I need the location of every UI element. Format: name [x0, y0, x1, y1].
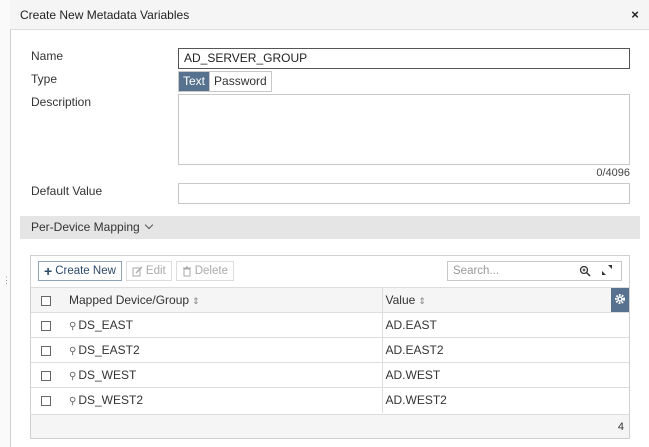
sort-icon[interactable]: ⇕ [418, 296, 426, 306]
edit-icon [132, 266, 143, 276]
default-value-input[interactable] [178, 183, 630, 204]
dialog-title: Create New Metadata Variables [20, 8, 190, 22]
left-edge: ⋮ [0, 0, 11, 447]
table-footer: 4 [31, 414, 629, 438]
table-row[interactable]: ⚲ DS_WEST2 AD.WEST2 [31, 387, 629, 413]
row-checkbox[interactable] [31, 312, 61, 338]
default-value-label: Default Value [31, 184, 103, 198]
section-label: Per-Device Mapping [31, 220, 140, 234]
select-all-checkbox[interactable] [31, 287, 61, 313]
row-checkbox[interactable] [31, 337, 61, 363]
device-group-icon: ⚲ [69, 321, 77, 332]
create-new-button[interactable]: + Create New [38, 261, 122, 281]
chevron-down-icon [144, 220, 153, 230]
mapping-panel: + Create New Edit Delete Search... Mappe… [30, 255, 630, 439]
type-toggle: Text Password [178, 71, 272, 92]
gear-icon[interactable] [611, 287, 629, 313]
table-header-row: Mapped Device/Group ⇕ Value ⇕ [31, 287, 629, 313]
device-name: DS_EAST [78, 318, 134, 332]
sort-icon[interactable]: ⇕ [192, 296, 200, 306]
description-textarea[interactable] [178, 94, 630, 165]
type-option-text[interactable]: Text [179, 72, 210, 91]
plus-icon: + [44, 263, 53, 279]
device-value: AD.EAST2 [382, 337, 629, 363]
device-group-icon: ⚲ [69, 371, 77, 382]
close-icon[interactable]: × [629, 8, 641, 22]
search-input[interactable]: Search... [447, 261, 622, 281]
table-row[interactable]: ⚲ DS_EAST2 AD.EAST2 [31, 337, 629, 363]
device-group-icon: ⚲ [69, 396, 77, 408]
trash-icon [182, 266, 191, 276]
device-value: AD.WEST [382, 362, 629, 388]
column-mapped-device[interactable]: Mapped Device/Group ⇕ [61, 287, 383, 313]
edit-button[interactable]: Edit [125, 261, 172, 281]
search-placeholder: Search... [453, 265, 500, 277]
name-input[interactable]: AD_SERVER_GROUP [178, 48, 630, 69]
search-icon[interactable] [579, 265, 591, 277]
column-value[interactable]: Value ⇕ [382, 287, 611, 313]
mapping-toolbar: + Create New Edit Delete [38, 261, 234, 282]
table-row[interactable]: ⚲ DS_EAST AD.EAST [31, 312, 629, 338]
type-option-password[interactable]: Password [209, 72, 271, 91]
device-value: AD.EAST [382, 312, 629, 338]
create-new-label: Create New [55, 265, 116, 277]
delete-button[interactable]: Delete [175, 261, 234, 281]
type-label: Type [31, 72, 58, 86]
row-count: 4 [617, 421, 624, 433]
name-label: Name [31, 49, 64, 63]
device-name: DS_WEST [78, 368, 137, 382]
row-checkbox[interactable] [31, 387, 61, 413]
edit-label: Edit [145, 265, 166, 277]
description-char-count: 0/4096 [596, 167, 630, 179]
expand-icon[interactable] [601, 264, 613, 276]
mapping-table: Mapped Device/Group ⇕ Value ⇕ ⚲ DS_EAST AD.… [31, 287, 629, 413]
description-label: Description [31, 95, 92, 109]
table-row[interactable]: ⚲ DS_WEST AD.WEST [31, 362, 629, 388]
device-name: DS_EAST2 [78, 343, 140, 357]
device-name: DS_WEST2 [78, 393, 144, 408]
device-group-icon: ⚲ [69, 346, 77, 357]
delete-label: Delete [194, 265, 228, 277]
row-checkbox[interactable] [31, 362, 61, 388]
per-device-mapping-header[interactable]: Per-Device Mapping [20, 216, 640, 239]
device-value: AD.WEST2 [382, 387, 629, 413]
